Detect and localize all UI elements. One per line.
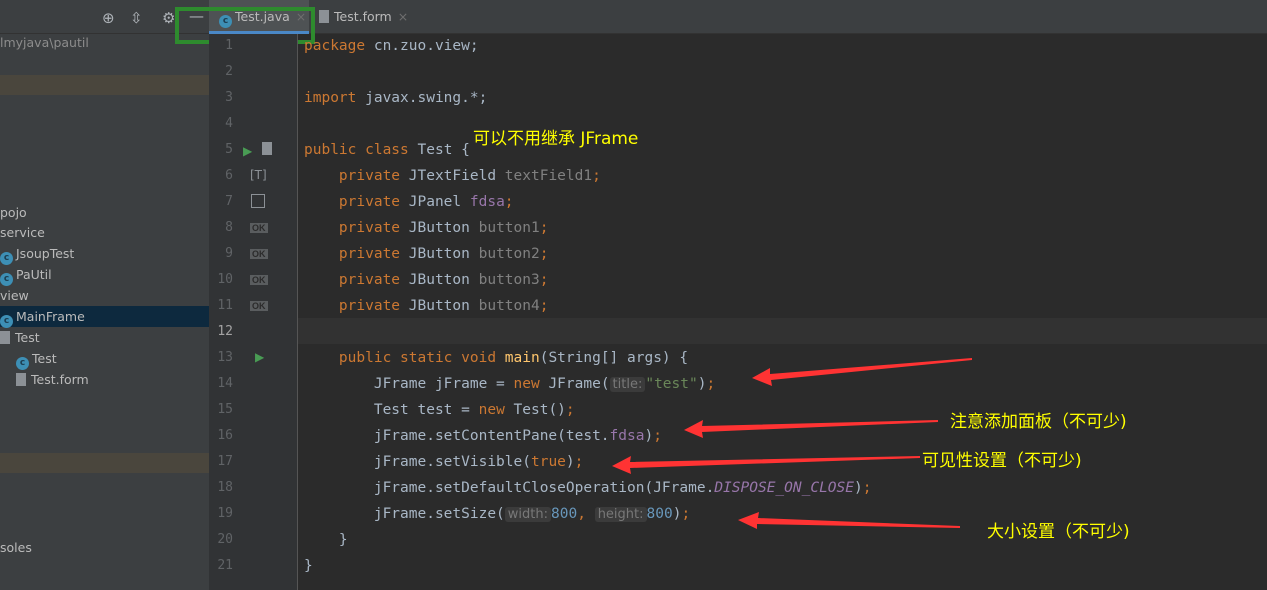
arrow — [612, 456, 920, 474]
arrow — [684, 420, 938, 438]
arrow — [738, 512, 960, 529]
arrows — [612, 358, 972, 529]
arrow — [752, 358, 972, 386]
